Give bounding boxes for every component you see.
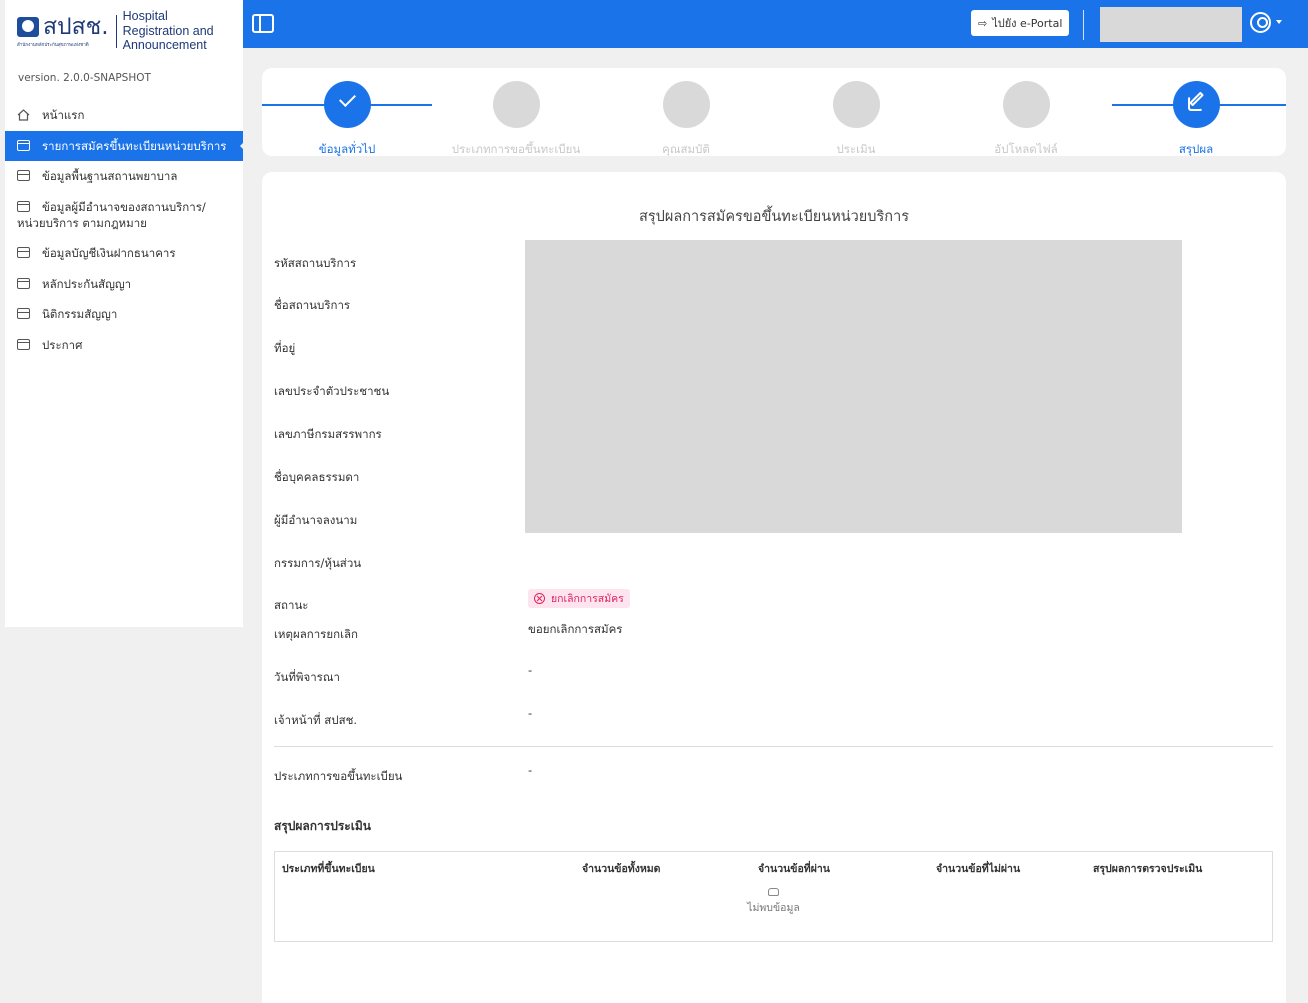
step-label: ประเภทการขอขึ้นทะเบียน [451, 142, 581, 156]
evaluation-section-title: สรุปผลการประเมิน [274, 819, 371, 833]
card-icon [17, 139, 30, 151]
nhso-logo-icon [17, 16, 39, 37]
sidebar-item-contracts[interactable]: นิติกรรมสัญญา [5, 299, 243, 329]
logo-text: สปสช. [43, 13, 109, 40]
step-label: ประเมิน [836, 142, 876, 156]
sidebar-item-label: ประกาศ [42, 337, 83, 352]
card-icon [17, 308, 30, 319]
column-header: จำนวนข้อที่ผ่าน [758, 863, 830, 875]
value-officer: - [528, 706, 533, 720]
step-registration-type[interactable]: ประเภทการขอขึ้นทะเบียน [431, 81, 601, 159]
card-icon [17, 200, 30, 212]
top-bar: ⇨ ไปยัง e-Portal [243, 0, 1308, 48]
sidebar-item-authorized-persons[interactable]: ข้อมูลผู้มีอำนาจของสถานบริการ/หน่วยบริกา… [5, 192, 243, 238]
label-status: สถานะ [274, 598, 309, 612]
stepper: ข้อมูลทั่วไป ประเภทการขอขึ้นทะเบียน คุณส… [262, 68, 1286, 156]
sidebar-item-announcements[interactable]: ประกาศ [5, 330, 243, 360]
app-name-line2: Registration and [122, 23, 214, 38]
eportal-button-label: ไปยัง e-Portal [992, 17, 1063, 30]
header-divider [1083, 10, 1084, 40]
summary-card: สรุปผลการสมัครขอขึ้นทะเบียนหน่วยบริการ ร… [262, 172, 1286, 1003]
page-title: สรุปผลการสมัครขอขึ้นทะเบียนหน่วยบริการ [639, 209, 909, 225]
sidebar-menu: หน้าแรก รายการสมัครขึ้นทะเบียนหน่วยบริกา… [5, 100, 246, 360]
step-summary[interactable]: สรุปผล [1111, 81, 1281, 159]
sidebar-item-label: ข้อมูลพื้นฐานสถานพยาบาล [42, 169, 178, 183]
login-arrow-icon: ⇨ [978, 16, 988, 30]
status-text: ยกเลิกการสมัคร [551, 593, 624, 605]
label-address: ที่อยู่ [274, 341, 296, 355]
label-signatory: ผู้มีอำนาจลงนาม [274, 513, 358, 527]
card-icon [17, 170, 30, 181]
label-citizen-id: เลขประจำตัวประชาชน [274, 384, 390, 398]
column-header: สรุปผลการตรวจประเมิน [1093, 863, 1203, 875]
redacted-values [525, 240, 1182, 533]
label-service-code: รหัสสถานบริการ [274, 256, 357, 270]
sidebar-toggle-icon[interactable] [252, 14, 274, 33]
logo-subtext: สำนักงานหลักประกันสุขภาพแห่งชาติ [17, 42, 89, 48]
label-service-name: ชื่อสถานบริการ [274, 298, 351, 312]
evaluation-table: ประเภทที่ขึ้นทะเบียน จำนวนข้อทั้งหมด จำน… [274, 851, 1273, 942]
step-label: อัปโหลดไฟล์ [994, 142, 1058, 156]
value-registration-type: - [528, 763, 533, 777]
step-label: สรุปผล [1178, 142, 1214, 156]
step-evaluation[interactable]: ประเมิน [771, 81, 941, 159]
step-label: คุณสมบัติ [662, 142, 710, 156]
status-badge: ยกเลิกการสมัคร [528, 589, 630, 608]
empty-state: ไม่พบข้อมูล [275, 888, 1272, 916]
sidebar-item-label: ข้อมูลบัญชีเงินฝากธนาคาร [42, 246, 176, 260]
column-header: จำนวนข้อที่ไม่ผ่าน [936, 863, 1021, 875]
label-officer: เจ้าหน้าที่ สปสช. [274, 713, 358, 727]
step-qualifications[interactable]: คุณสมบัติ [601, 81, 771, 159]
check-icon [338, 90, 356, 107]
value-cancel-reason: ขอยกเลิกการสมัคร [528, 622, 623, 636]
user-name-redacted [1100, 7, 1242, 42]
sidebar-item-bank-account[interactable]: ข้อมูลบัญชีเงินฝากธนาคาร [5, 238, 243, 268]
step-upload[interactable]: อัปโหลดไฟล์ [941, 81, 1111, 159]
home-icon [17, 109, 30, 121]
sidebar-item-label: รายการสมัครขึ้นทะเบียนหน่วยบริการ [42, 138, 227, 153]
app-name-line1: Hospital [122, 9, 168, 24]
sidebar-item-label: นิติกรรมสัญญา [42, 307, 118, 321]
empty-inbox-icon [768, 888, 779, 896]
chevron-down-icon[interactable] [1276, 20, 1282, 24]
sidebar-item-contract-guarantee[interactable]: หลักประกันสัญญา [5, 269, 243, 299]
label-review-date: วันที่พิจารณา [274, 670, 340, 684]
value-review-date: - [528, 663, 533, 677]
card-icon [17, 247, 30, 258]
label-person-name: ชื่อบุคคลธรรมดา [274, 470, 360, 484]
app-name: Hospital Registration and Announcement [123, 9, 214, 53]
sidebar-item-home[interactable]: หน้าแรก [5, 100, 243, 130]
card-icon [17, 277, 30, 289]
sidebar: สปสช. สำนักงานหลักประกันสุขภาพแห่งชาติ H… [5, 0, 246, 627]
label-tax-id: เลขภาษีกรมสรรพากร [274, 427, 382, 441]
app-name-line3: Announcement [122, 38, 207, 53]
divider [274, 746, 1273, 747]
column-header: ประเภทที่ขึ้นทะเบียน [282, 863, 375, 875]
step-general-info[interactable]: ข้อมูลทั่วไป [262, 81, 432, 159]
sidebar-item-label: ข้อมูลผู้มีอำนาจของสถานบริการ/หน่วยบริกา… [17, 199, 206, 230]
empty-text: ไม่พบข้อมูล [747, 902, 800, 914]
card-icon [17, 338, 30, 350]
label-partners: กรรมการ/หุ้นส่วน [274, 556, 362, 570]
logo[interactable]: สปสช. สำนักงานหลักประกันสุขภาพแห่งชาติ [17, 13, 117, 48]
label-registration-type: ประเภทการขอขึ้นทะเบียน [274, 769, 403, 783]
column-header: จำนวนข้อทั้งหมด [582, 863, 661, 875]
sidebar-item-label: หน้าแรก [42, 108, 85, 122]
cancel-circle-icon [534, 593, 545, 604]
sidebar-item-label: หลักประกันสัญญา [42, 276, 132, 291]
step-label: ข้อมูลทั่วไป [318, 142, 376, 156]
sidebar-item-registration-list[interactable]: รายการสมัครขึ้นทะเบียนหน่วยบริการ [5, 130, 246, 161]
brand: สปสช. สำนักงานหลักประกันสุขภาพแห่งชาติ H… [5, 0, 243, 62]
eportal-button[interactable]: ⇨ ไปยัง e-Portal [971, 10, 1070, 36]
version-label: version. 2.0.0-SNAPSHOT [18, 72, 151, 84]
label-cancel-reason: เหตุผลการยกเลิก [274, 627, 359, 641]
user-avatar-icon[interactable] [1250, 12, 1271, 33]
sidebar-item-hospital-info[interactable]: ข้อมูลพื้นฐานสถานพยาบาล [5, 161, 243, 191]
